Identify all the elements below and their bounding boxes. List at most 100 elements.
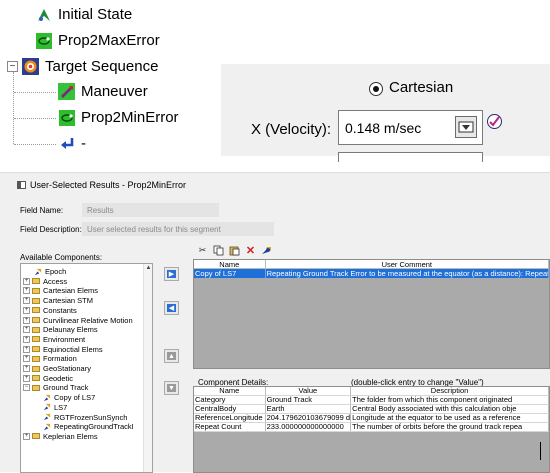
component-tree-item[interactable]: + Cartesian Elems [23,286,98,295]
component-tree-item[interactable]: RepeatingGroundTrackI [43,422,134,431]
result-name-cell[interactable]: Copy of LS7 [194,269,266,278]
component-tree-item[interactable]: RGTFrozenSunSynch [43,413,127,422]
tree-scrollbar[interactable]: ▲ [143,264,152,472]
detail-name-cell[interactable]: Repeat Count [194,423,266,431]
table-row[interactable]: ReferenceLongitude 204.179620103679099 de… [194,414,549,423]
expand-toggle[interactable]: + [23,374,30,382]
component-tree-item[interactable]: + Constants [23,306,77,315]
scroll-up-icon[interactable]: ▲ [144,264,152,273]
return-icon [58,135,75,152]
result-comment-cell[interactable]: Repeating Ground Track Error to be measu… [266,269,549,278]
collapse-target-sequence-toggle[interactable]: − [7,61,18,72]
paste-icon [229,246,240,255]
add-component-button[interactable]: ▶ [164,267,179,281]
component-tree-item[interactable]: + Geodetic [23,374,73,383]
expand-toggle[interactable]: + [23,355,30,363]
component-tree-item[interactable]: + GeoStationary [23,364,91,373]
column-header-name[interactable]: Name [194,387,266,395]
window-icon [17,181,26,189]
component-icon [34,268,42,275]
dialog-title: User-Selected Results - Prop2MinError [30,180,187,190]
detail-name-cell[interactable]: Category [194,396,266,404]
field-name-input[interactable]: Results [82,203,219,217]
move-up-button[interactable]: ▲ [164,349,179,363]
component-tree-item[interactable]: LS7 [43,403,67,412]
column-header-user-comment[interactable]: User Comment [266,260,549,269]
component-label: Copy of LS7 [54,393,96,403]
component-label: Delaunay Elems [43,325,98,335]
folder-icon [32,346,40,353]
scissors-icon: ✂ [198,244,207,255]
component-tree-item[interactable]: − Ground Track [23,383,88,392]
component-tree-item[interactable]: Epoch [23,267,66,276]
detail-value-cell[interactable]: Ground Track [266,396,352,404]
available-components-tree[interactable]: ▲ Epoch + Access + Cartesian Elems + Cartesian… [20,263,153,473]
component-details-table[interactable]: Name Value Description Category Ground Tr… [193,386,550,473]
cartesian-radio[interactable] [369,82,383,96]
detail-description-cell[interactable]: The number of orbits before the ground t… [351,423,549,431]
paste-button[interactable] [228,244,241,257]
table-row[interactable]: CentralBody Earth Central Body associated … [194,405,549,414]
tree-item-target-sequence[interactable]: Target Sequence [22,58,158,75]
folder-icon [32,365,40,372]
cut-button[interactable]: ✂ [196,244,209,257]
selected-results-table[interactable]: Name User Comment Copy of LS7 Repeating … [193,259,550,369]
delete-button[interactable]: ✕ [244,244,257,257]
column-header-value[interactable]: Value [266,387,352,395]
component-label: Environment [43,334,86,344]
detail-name-cell[interactable]: CentralBody [194,405,266,413]
folder-icon [32,317,40,323]
tree-item-return[interactable]: - [58,135,86,152]
table-row[interactable]: Repeat Count 233.000000000000000 The numbe… [194,423,549,432]
component-tree-item[interactable]: + Access [23,277,67,286]
expand-toggle[interactable]: − [23,384,30,392]
expand-toggle[interactable]: + [23,297,30,305]
component-tree-item[interactable]: + Equinoctial Elems [23,345,103,354]
table-row[interactable]: Category Ground Track The folder from whic… [194,396,549,405]
expand-toggle[interactable]: + [23,335,30,343]
control-checkmark-icon[interactable] [487,114,502,129]
detail-description-cell[interactable]: The folder from which this component ori… [351,396,549,404]
maneuver-icon [58,83,75,100]
detail-description-cell[interactable]: Longitude at the equator to be used as a… [351,414,549,422]
expand-toggle[interactable]: + [23,326,30,334]
component-tree-item[interactable]: + Cartesian STM [23,296,93,305]
component-tree-item[interactable]: + Delaunay Elems [23,325,98,334]
column-header-description[interactable]: Description [351,387,549,395]
remove-component-button[interactable]: ◀ [164,301,179,315]
arrow-left-icon: ◀ [167,304,176,312]
tree-item-prop2maxerror[interactable]: Prop2MaxError [35,32,160,49]
component-tree-item[interactable]: + Keplerian Elems [23,432,98,441]
move-down-button[interactable]: ▼ [164,381,179,395]
expand-toggle[interactable]: + [23,316,30,324]
detail-name-cell[interactable]: ReferenceLongitude [194,414,266,422]
tree-item-prop2minerror[interactable]: Prop2MinError [58,109,179,126]
detail-value-cell[interactable]: 204.179620103679099 deg [266,414,352,422]
user-selected-results-dialog: User-Selected Results - Prop2MinError Fi… [0,172,550,473]
detail-description-cell[interactable]: Central Body associated with this calcul… [351,405,549,413]
component-tree-item[interactable]: + Formation [23,354,77,363]
folder-icon [32,278,40,285]
tree-item-maneuver[interactable]: Maneuver [58,83,148,100]
expand-toggle[interactable]: + [23,345,30,353]
tree-item-initial-state[interactable]: Initial State [35,6,132,23]
expand-toggle[interactable]: + [23,432,30,440]
next-field-input[interactable] [338,152,483,162]
expand-toggle[interactable]: + [23,277,30,285]
detail-value-cell[interactable]: 233.000000000000000 [266,423,352,431]
component-tree-item[interactable]: Copy of LS7 [43,393,95,402]
detail-value-cell[interactable]: Earth [266,405,352,413]
expand-toggle[interactable]: + [23,365,30,372]
field-description-input[interactable]: User selected results for this segment [82,222,274,236]
expand-toggle[interactable]: + [23,306,30,314]
copy-button[interactable] [212,244,225,257]
expand-toggle[interactable]: + [23,287,30,295]
component-label: Geodetic [43,373,74,383]
units-picker-button[interactable] [455,116,477,138]
column-header-name[interactable]: Name [194,260,266,269]
table-row[interactable]: Copy of LS7 Repeating Ground Track Error… [194,269,549,278]
properties-button[interactable] [260,244,273,257]
component-tree-item[interactable]: + Curvilinear Relative Motion [23,316,133,325]
component-tree-item[interactable]: + Environment [23,335,85,344]
tree-item-label: Maneuver [81,83,148,100]
